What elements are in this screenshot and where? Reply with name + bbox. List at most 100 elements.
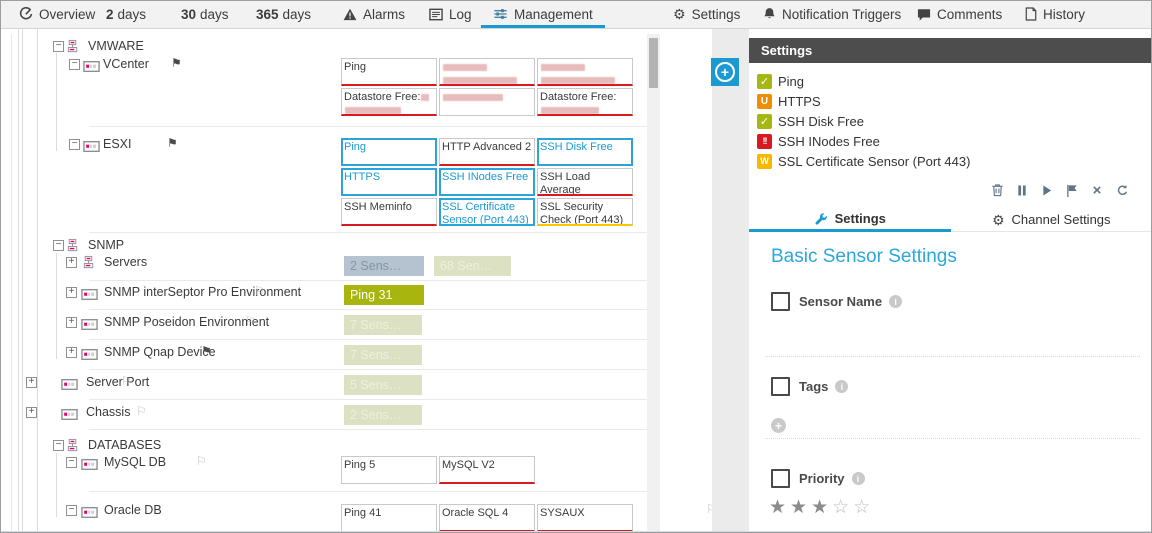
sensor-box[interactable]: SSL Certificate Sensor (Port 443) bbox=[439, 198, 535, 226]
flag-icon[interactable]: ⚑ bbox=[167, 137, 178, 149]
expander-icon[interactable]: + bbox=[26, 407, 37, 418]
tree-item-vcenter[interactable]: VCenter bbox=[103, 57, 149, 71]
sensor-count-badge[interactable]: 2 Sens… bbox=[344, 405, 422, 425]
sensor-box[interactable]: HTTP Advanced 2 bbox=[439, 138, 535, 166]
sensor-count-badge[interactable]: 7 Sens… bbox=[344, 315, 422, 335]
star-icon[interactable]: ★ bbox=[769, 497, 790, 518]
expander-icon[interactable]: − bbox=[53, 41, 64, 52]
sensor-count-badge[interactable]: 5 Sens… bbox=[344, 375, 422, 395]
priority-stars[interactable]: ★★★☆☆ bbox=[769, 496, 874, 519]
add-tag-button[interactable]: + bbox=[771, 418, 786, 433]
sensor-count-badge[interactable]: Ping 31 bbox=[344, 285, 424, 305]
tree-item-snmp-interseptor[interactable]: SNMP interSeptor Pro Environment bbox=[104, 285, 301, 299]
sensor-box[interactable] bbox=[439, 58, 535, 86]
flag-button[interactable] bbox=[1064, 182, 1080, 198]
redacted-text bbox=[443, 94, 503, 101]
sensor-box[interactable]: SYSAUX bbox=[537, 504, 633, 532]
info-icon[interactable]: i bbox=[835, 380, 848, 393]
nav-comments[interactable]: Comments bbox=[917, 1, 1002, 27]
expander-icon[interactable]: − bbox=[66, 505, 77, 516]
sensor-box[interactable]: SSH Meminfo bbox=[341, 198, 437, 226]
expander-icon[interactable]: − bbox=[53, 240, 64, 251]
expander-icon[interactable]: + bbox=[66, 287, 77, 298]
nav-settings[interactable]: ⚙Settings bbox=[673, 1, 740, 27]
flag-icon[interactable]: ⚑ bbox=[201, 345, 212, 357]
expander-icon[interactable]: + bbox=[66, 317, 77, 328]
nav-alarms[interactable]: Alarms bbox=[343, 1, 405, 27]
flag-icon[interactable]: ⚐ bbox=[196, 455, 207, 467]
tab-channel-settings[interactable]: ⚙Channel Settings bbox=[951, 208, 1152, 232]
tree-scrollbar-thumb[interactable] bbox=[649, 38, 658, 88]
tab-settings[interactable]: Settings bbox=[749, 208, 951, 232]
nav-2-days[interactable]: 2days bbox=[106, 1, 146, 27]
tree-item-servers[interactable]: Servers bbox=[104, 255, 147, 269]
sensor-box[interactable]: HTTPS bbox=[341, 168, 437, 196]
tree-item-esxi[interactable]: ESXI bbox=[103, 137, 132, 151]
nav-history[interactable]: History bbox=[1025, 1, 1085, 27]
sensor-box-label: HTTP Advanced 2 bbox=[442, 141, 531, 153]
expander-icon[interactable]: + bbox=[26, 377, 37, 388]
tree-item-databases[interactable]: DATABASES bbox=[88, 438, 161, 452]
sensor-count-badge[interactable]: 7 Sens… bbox=[344, 345, 422, 365]
sensor-box[interactable]: Ping bbox=[341, 138, 437, 166]
sensor-box[interactable]: SSL Security Check (Port 443) bbox=[537, 198, 633, 226]
sensor-box[interactable]: Datastore Free: bbox=[341, 88, 437, 116]
tree-item-oracle-db[interactable]: Oracle DB bbox=[104, 503, 162, 517]
tree-item-chassis[interactable]: Chassis bbox=[86, 405, 130, 419]
sensor-box[interactable]: Ping 41 bbox=[341, 504, 437, 532]
sensor-box[interactable]: MySQL V2 bbox=[439, 456, 535, 484]
sensor-name-checkbox[interactable] bbox=[771, 292, 790, 311]
add-sensor-button[interactable]: + bbox=[711, 58, 739, 86]
nav-30-days[interactable]: 30days bbox=[181, 1, 229, 27]
flag-icon[interactable]: ⚐ bbox=[121, 375, 132, 387]
refresh-button[interactable] bbox=[1114, 182, 1130, 198]
sensor-box[interactable]: SSH INodes Free bbox=[439, 168, 535, 196]
sensor-box[interactable]: SSH Disk Free bbox=[537, 138, 633, 166]
flag-icon[interactable]: ⚑ bbox=[171, 57, 182, 69]
star-icon[interactable]: ☆ bbox=[853, 497, 874, 518]
sensor-count-badge[interactable]: 68 Sen… bbox=[434, 256, 511, 276]
sensor-count-badge[interactable]: 2 Sens… bbox=[344, 256, 424, 276]
star-icon[interactable]: ☆ bbox=[832, 497, 853, 518]
priority-checkbox[interactable] bbox=[771, 469, 790, 488]
sensor-box[interactable]: SSH Load Average bbox=[537, 168, 633, 196]
sensor-box[interactable] bbox=[439, 88, 535, 116]
sensor-box-label: SSH INodes Free bbox=[442, 171, 528, 183]
sensor-box[interactable] bbox=[537, 58, 633, 86]
nav-365-days[interactable]: 365days bbox=[256, 1, 311, 27]
expander-icon[interactable]: − bbox=[66, 457, 77, 468]
nav-overview[interactable]: Overview bbox=[19, 1, 95, 27]
info-icon[interactable]: i bbox=[852, 472, 865, 485]
expander-icon[interactable]: − bbox=[69, 139, 80, 150]
resume-button[interactable] bbox=[1039, 182, 1055, 198]
tree-item-server-port[interactable]: Server Port bbox=[86, 375, 149, 389]
info-icon[interactable]: i bbox=[889, 295, 902, 308]
tree-item-snmp-qnap[interactable]: SNMP Qnap Device bbox=[104, 345, 216, 359]
nav-notification-triggers[interactable]: Notification Triggers bbox=[763, 1, 901, 27]
unusual-status-icon: U bbox=[757, 94, 772, 109]
flag-icon[interactable]: ⚐ bbox=[254, 285, 265, 297]
sensor-box[interactable]: Datastore Free: bbox=[537, 88, 633, 116]
delete-button[interactable] bbox=[989, 182, 1005, 198]
pending-sensor-label: SSH Disk Free bbox=[778, 114, 864, 129]
star-icon[interactable]: ★ bbox=[811, 497, 832, 518]
sensor-box[interactable]: Ping 5 bbox=[341, 456, 437, 484]
nav-management[interactable]: Management bbox=[493, 1, 593, 27]
expander-icon[interactable]: + bbox=[66, 347, 77, 358]
star-icon[interactable]: ★ bbox=[790, 497, 811, 518]
expander-icon[interactable]: − bbox=[53, 440, 64, 451]
sensor-box[interactable]: Ping bbox=[341, 58, 437, 86]
tags-checkbox[interactable] bbox=[771, 377, 790, 396]
expander-icon[interactable]: + bbox=[66, 257, 77, 268]
flag-icon[interactable]: ⚐ bbox=[136, 405, 147, 417]
flag-icon[interactable]: ⚐ bbox=[245, 315, 256, 327]
sensor-box[interactable]: Oracle SQL 4 bbox=[439, 504, 535, 532]
nav-log[interactable]: Log bbox=[429, 1, 472, 27]
tree-item-mysql-db[interactable]: MySQL DB bbox=[104, 455, 166, 469]
tree-item-snmp[interactable]: SNMP bbox=[88, 238, 124, 252]
pause-button[interactable] bbox=[1014, 182, 1030, 198]
expander-icon[interactable]: − bbox=[69, 59, 80, 70]
tree-scrollbar[interactable] bbox=[647, 34, 660, 531]
tree-item-vmware[interactable]: VMWARE bbox=[88, 39, 144, 53]
close-button[interactable]: × bbox=[1089, 182, 1105, 198]
